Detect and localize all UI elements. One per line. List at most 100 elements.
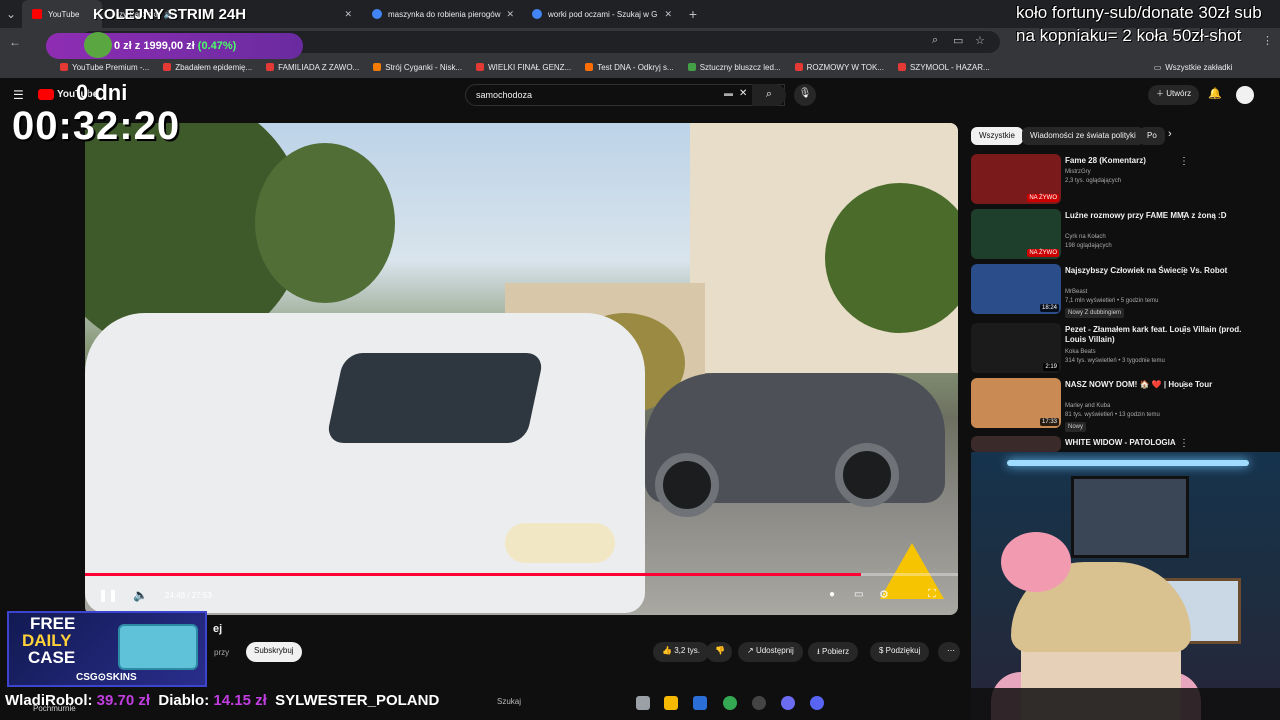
bookmark-icon [266, 63, 275, 71]
video-progress-fill [85, 573, 862, 576]
ad-line: CASE [28, 648, 76, 667]
thumbs-up-icon: 👍 [662, 646, 675, 655]
video-thumbnail: 18:24 [971, 264, 1061, 314]
donation-goal-text: 0 zł z 1999,00 zł (0.47%) [114, 40, 237, 52]
keyboard-icon[interactable]: ▬ [724, 88, 733, 98]
autoplay-toggle-icon[interactable]: ● [829, 589, 835, 600]
all-bookmarks[interactable]: ▭ Wszystkie zakładki [1154, 63, 1233, 72]
channel-label-fragment: przy [214, 648, 230, 657]
search-input[interactable]: samochodoza [465, 84, 785, 106]
thanks-button[interactable]: $ Podziękuj [870, 642, 930, 662]
zoom-icon[interactable]: ⌕ [932, 34, 938, 47]
search-icon: ⌕ [765, 88, 773, 100]
bookmark-item[interactable]: Sztuczny bluszcz led... [687, 63, 781, 72]
google-favicon-icon [532, 9, 542, 19]
more-options-icon[interactable]: ⋮ [1179, 325, 1189, 336]
list-item[interactable]: WHITE WIDOW - PATOLOGIA ⋮ [971, 436, 1271, 452]
bookmark-item[interactable]: ROZMOWY W TOK... [794, 63, 884, 72]
case-icon [118, 624, 198, 670]
chip-all[interactable]: Wszystkie [971, 127, 1023, 145]
bookmark-item[interactable]: FAMILIADA Z ZAWO... [266, 63, 359, 72]
bookmark-item[interactable]: Strój Cyganki - Nisk... [373, 63, 462, 72]
create-button[interactable]: ＋ Utwórz [1148, 85, 1200, 105]
close-tab-icon[interactable]: ✕ [664, 9, 672, 20]
list-item[interactable]: 2:19 Pezet - Złamałem kark feat. Louis V… [971, 323, 1271, 375]
more-options-icon[interactable]: ⋮ [1179, 380, 1189, 391]
search-button[interactable]: ⌕ [752, 84, 786, 106]
tab-label: YouTube [48, 9, 80, 19]
more-actions-button[interactable]: ⋯ [938, 642, 960, 662]
video-player[interactable] [85, 123, 958, 615]
more-options-icon[interactable]: ⋮ [1179, 211, 1189, 222]
obs-icon[interactable] [752, 696, 766, 710]
webcam-tv [1071, 476, 1189, 558]
chip-politics[interactable]: Wiadomości ze świata polityki [1022, 127, 1144, 145]
folder-icon: ▭ [1153, 62, 1162, 72]
tab-youtube[interactable]: YouTube [22, 0, 102, 28]
stream-title: KOLEJNY STRIM 24H [93, 6, 247, 23]
badge-new: Nowy Z dubbingiem [1065, 308, 1125, 318]
video-thumbnail: 17:33 [971, 378, 1061, 428]
list-item[interactable]: 17:33 NASZ NOWY DOM! 🏠 ❤️ | House Tour M… [971, 378, 1271, 432]
pause-icon[interactable]: ❚❚ [98, 588, 118, 602]
video-thumbnail: NA ŻYWO [971, 154, 1061, 204]
bookmark-icon [794, 63, 803, 71]
list-item[interactable]: NA ŻYWO Fame 28 (Komentarz) MistrzGry 2,… [971, 154, 1271, 206]
settings-gear-icon[interactable]: ⚙ [879, 588, 889, 601]
dislike-button[interactable]: 👎 [706, 642, 732, 662]
bookmark-item[interactable]: Test DNA - Odkryj s... [585, 63, 674, 72]
more-options-icon[interactable]: ⋮ [1179, 438, 1189, 449]
bookmark-item[interactable]: WIELKI FINAŁ GENZ... [476, 63, 571, 72]
taskbar-search[interactable]: Szukaj [497, 697, 617, 706]
bookmark-icon [585, 63, 594, 71]
fullscreen-icon[interactable]: ⛶ [928, 588, 936, 601]
bookmark-star-icon[interactable]: ☆ [975, 34, 985, 47]
video-time: 24:48 / 27:53 [165, 591, 212, 600]
volume-icon[interactable]: 🔈 [133, 588, 148, 602]
chip-more[interactable]: Po [1139, 127, 1165, 145]
video-thumbnail [971, 436, 1061, 452]
new-tab-button[interactable]: + [682, 6, 704, 22]
hamburger-menu-icon[interactable]: ☰ [13, 88, 24, 102]
subtitles-icon[interactable]: ▭ [854, 589, 863, 600]
tab-pierogi[interactable]: maszynka do robienia pierogów ✕ [362, 0, 522, 28]
more-options-icon[interactable]: ⋮ [1179, 156, 1189, 167]
subscribe-button[interactable]: Subskrybuj [246, 642, 302, 662]
badge-new: Nowy [1065, 422, 1087, 432]
screen-root: ⌄ YouTube przy Bartycki 🔊 ✕ maszynka do … [0, 0, 1280, 720]
task-view-icon[interactable] [636, 696, 650, 710]
more-options-icon[interactable]: ⋮ [1179, 266, 1189, 277]
bookmark-item[interactable]: YouTube Premium -... [60, 63, 149, 72]
app-icon[interactable] [781, 696, 795, 710]
notifications-bell-icon[interactable]: 🔔 [1208, 87, 1222, 100]
file-explorer-icon[interactable] [664, 696, 678, 710]
bookmark-item[interactable]: SZYMOOL - HAZAR... [897, 63, 990, 72]
bookmark-item[interactable]: Zbadałem epidemię... [163, 63, 252, 72]
youtube-favicon-icon [32, 9, 42, 19]
webcam-led-lights [1007, 460, 1249, 466]
close-tab-icon[interactable]: ✕ [344, 9, 352, 20]
like-button[interactable]: 👍 3,2 tys. [653, 642, 709, 662]
wheel-of-fortune-info: koło fortuny-sub/donate 30zł sub na kopn… [1016, 3, 1262, 45]
voice-search-button[interactable]: 🎙 [794, 84, 816, 106]
cast-icon[interactable]: ▭ [953, 34, 963, 47]
share-button[interactable]: ↗ Udostępnij [738, 642, 803, 662]
close-tab-icon[interactable]: ✕ [507, 9, 515, 20]
tab-worki[interactable]: worki pod oczami - Szukaj w G ✕ [522, 0, 682, 28]
download-button[interactable]: ⭳ Pobierz [808, 642, 859, 662]
chips-next-icon[interactable]: › [1168, 128, 1172, 140]
list-item[interactable]: NA ŻYWO Luźne rozmowy przy FAME MMA z żo… [971, 209, 1271, 261]
weather-label: Pochmurnie [33, 704, 76, 713]
bookmark-icon [373, 63, 382, 71]
clear-search-icon[interactable]: ✕ [739, 88, 747, 99]
back-icon[interactable]: ← [4, 35, 26, 49]
tab-list-icon[interactable]: ⌄ [0, 7, 22, 21]
plus-icon: ＋ [1156, 89, 1167, 98]
discord-icon[interactable] [810, 696, 824, 710]
webcam-headset [1001, 532, 1071, 592]
chrome-icon[interactable] [723, 696, 737, 710]
avatar[interactable] [1236, 86, 1254, 104]
video-progress-bar[interactable] [85, 573, 958, 576]
list-item[interactable]: 18:24 Najszybszy Człowiek na Świecie Vs.… [971, 264, 1271, 318]
store-icon[interactable] [693, 696, 707, 710]
